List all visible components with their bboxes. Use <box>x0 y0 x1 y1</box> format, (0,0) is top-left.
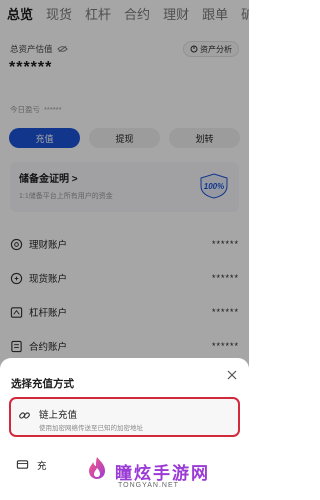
flame-logo-icon <box>89 457 105 479</box>
onchain-deposit-desc: 使用加密网络传送至已知的加密地址 <box>39 425 143 432</box>
second-deposit-title: 充 <box>37 461 47 472</box>
close-icon[interactable] <box>226 369 238 381</box>
watermark-name: 瞳炫手游网 <box>115 464 210 483</box>
sheet-title: 选择充值方式 <box>11 378 74 390</box>
card-transfer-icon <box>16 460 29 469</box>
chain-link-icon <box>19 412 30 419</box>
onchain-deposit-option[interactable]: 链上充值 使用加密网络传送至已知的加密地址 <box>9 397 240 437</box>
watermark-url: TONGYAN.NET <box>118 482 179 489</box>
onchain-deposit-title: 链上充值 <box>39 410 78 421</box>
